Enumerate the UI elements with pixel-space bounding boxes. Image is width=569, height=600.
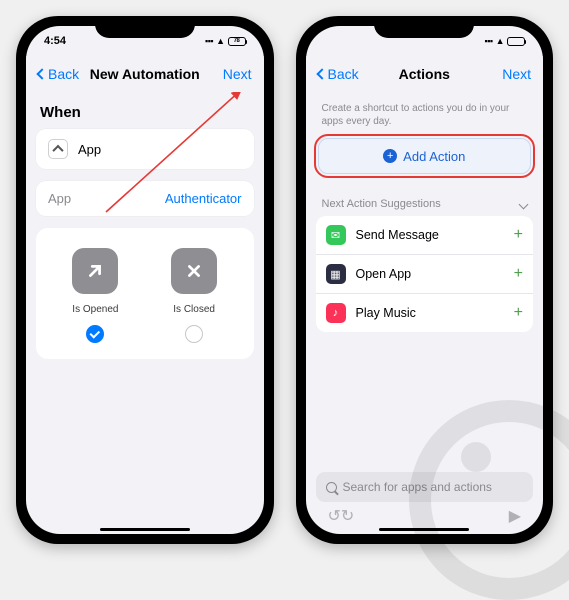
suggestion-open-app[interactable]: ▦ Open App + xyxy=(316,255,534,294)
screen-right: ▪▪▪ ▲ Back Actions Next Create a shortcu… xyxy=(306,26,544,534)
intro-text: Create a shortcut to actions you do in y… xyxy=(322,102,528,128)
content-left: When App App Authenticator Is Opened xyxy=(26,92,264,534)
suggestion-send-message[interactable]: ✉ Send Message + xyxy=(316,216,534,255)
suggestion-label: Open App xyxy=(356,267,504,281)
app-selection-row[interactable]: App Authenticator xyxy=(36,181,254,216)
grid-icon: ▦ xyxy=(326,264,346,284)
option-label: Is Closed xyxy=(173,304,215,315)
search-icon xyxy=(326,482,337,493)
add-action-label: Add Action xyxy=(403,149,465,164)
nav-bar: Back New Automation Next xyxy=(26,56,264,92)
status-right: ▪▪▪ ▲ xyxy=(485,36,526,46)
highlight-box: + Add Action xyxy=(318,138,532,174)
search-placeholder: Search for apps and actions xyxy=(343,480,492,494)
app-open-icon xyxy=(48,139,68,159)
status-time: 4:54 xyxy=(44,35,66,47)
music-icon: ♪ xyxy=(326,303,346,323)
redo-icon[interactable]: ↻ xyxy=(341,506,354,526)
search-input[interactable]: Search for apps and actions xyxy=(316,472,534,502)
message-icon: ✉ xyxy=(326,225,346,245)
chevron-down-icon xyxy=(519,199,529,209)
back-label: Back xyxy=(48,66,79,82)
add-action-button[interactable]: + Add Action xyxy=(318,138,532,174)
option-is-opened[interactable]: Is Opened xyxy=(50,248,140,343)
phone-right: ▪▪▪ ▲ Back Actions Next Create a shortcu… xyxy=(296,16,554,544)
app-row-label: App xyxy=(48,191,71,206)
suggestion-label: Play Music xyxy=(356,306,504,320)
app-row-value: Authenticator xyxy=(165,191,242,206)
chevron-left-icon xyxy=(316,68,327,79)
when-heading: When xyxy=(40,104,250,121)
plus-circle-icon: + xyxy=(383,149,397,163)
radio-unchecked[interactable] xyxy=(185,325,203,343)
close-icon xyxy=(171,248,217,294)
chevron-left-icon xyxy=(36,68,47,79)
back-button[interactable]: Back xyxy=(38,66,79,82)
undo-icon[interactable]: ↺ xyxy=(328,506,341,526)
back-button[interactable]: Back xyxy=(318,66,359,82)
signal-icon: ▪▪▪ xyxy=(205,36,213,46)
toolbar: ↺ ↻ ▶ xyxy=(306,504,544,528)
suggestion-label: Send Message xyxy=(356,228,504,242)
battery-icon xyxy=(507,37,525,46)
open-close-options: Is Opened Is Closed xyxy=(36,228,254,359)
home-indicator[interactable] xyxy=(100,528,190,532)
radio-checked[interactable] xyxy=(86,325,104,343)
notch xyxy=(95,16,195,38)
signal-icon: ▪▪▪ xyxy=(485,36,493,46)
content-right: Create a shortcut to actions you do in y… xyxy=(306,92,544,534)
trigger-app-row[interactable]: App xyxy=(36,129,254,169)
wifi-icon: ▲ xyxy=(496,36,504,46)
next-button[interactable]: Next xyxy=(223,66,252,82)
add-suggestion-icon[interactable]: + xyxy=(514,304,523,322)
phone-left: 4:54 ▪▪▪ ▲ 78 Back New Automation Next W… xyxy=(16,16,274,544)
open-icon xyxy=(72,248,118,294)
back-label: Back xyxy=(328,66,359,82)
wifi-icon: ▲ xyxy=(216,36,224,46)
add-suggestion-icon[interactable]: + xyxy=(514,226,523,244)
play-icon[interactable]: ▶ xyxy=(509,506,521,526)
notch xyxy=(374,16,474,38)
option-label: Is Opened xyxy=(72,304,118,315)
screen-left: 4:54 ▪▪▪ ▲ 78 Back New Automation Next W… xyxy=(26,26,264,534)
add-suggestion-icon[interactable]: + xyxy=(514,265,523,283)
option-is-closed[interactable]: Is Closed xyxy=(149,248,239,343)
suggestions-header[interactable]: Next Action Suggestions xyxy=(316,190,534,216)
suggestion-list: ✉ Send Message + ▦ Open App + ♪ Play Mus… xyxy=(316,216,534,332)
suggestions-title: Next Action Suggestions xyxy=(322,198,441,210)
suggestion-play-music[interactable]: ♪ Play Music + xyxy=(316,294,534,332)
nav-bar: Back Actions Next xyxy=(306,56,544,92)
home-indicator[interactable] xyxy=(379,528,469,532)
status-right: ▪▪▪ ▲ 78 xyxy=(205,36,246,46)
next-button[interactable]: Next xyxy=(502,66,531,82)
battery-icon: 78 xyxy=(228,37,246,46)
trigger-label: App xyxy=(78,142,101,157)
